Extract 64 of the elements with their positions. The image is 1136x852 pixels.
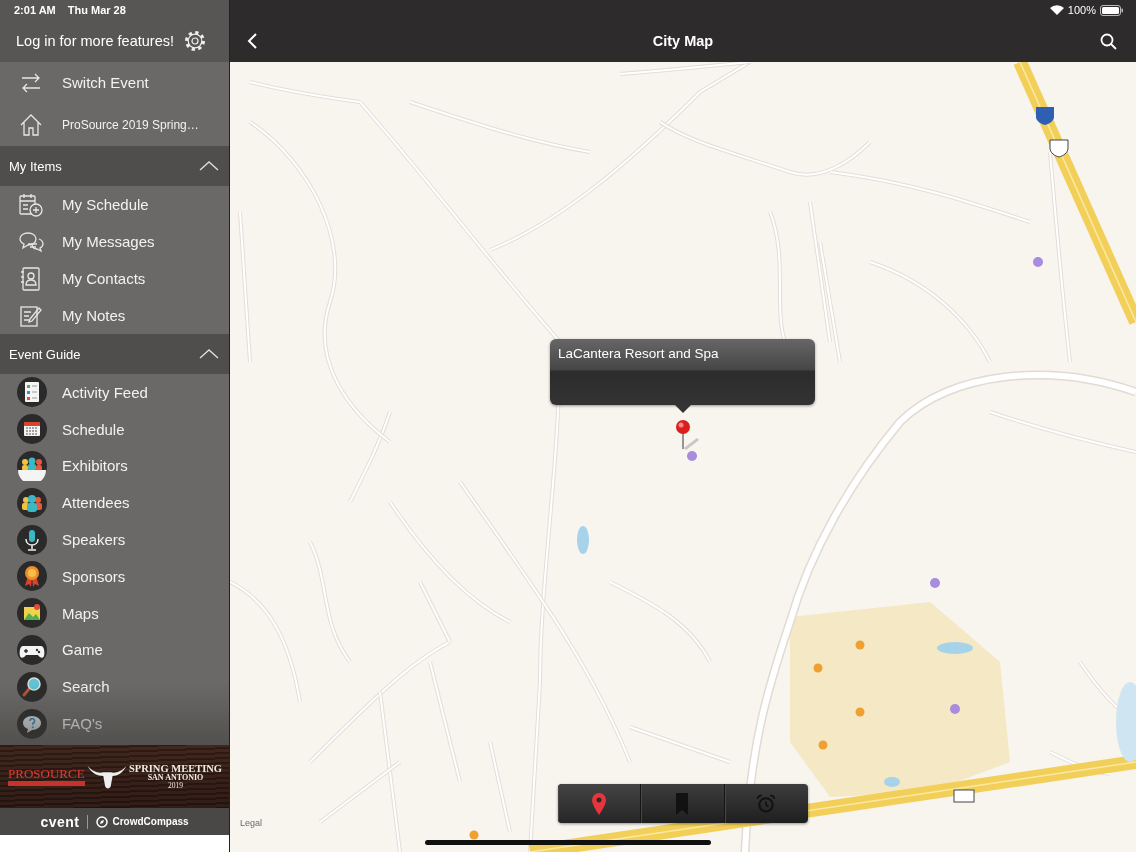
menu-item[interactable]: Search <box>0 668 229 706</box>
checklist-icon <box>17 377 47 408</box>
event-title: SPRING MEETING <box>128 762 222 774</box>
poi-dot-icon <box>930 578 940 588</box>
menu-item[interactable]: Game <box>0 631 229 669</box>
poi-dot-icon <box>469 830 479 840</box>
battery-icon <box>1100 4 1124 16</box>
poi-dot-icon <box>813 663 823 673</box>
poi-dot-icon <box>687 451 697 461</box>
pond <box>884 777 900 787</box>
status-date: Thu Mar 28 <box>67 4 126 16</box>
menu-item[interactable]: Exhibitors <box>0 447 229 485</box>
battery-percent: 100% <box>1067 4 1096 16</box>
section-header[interactable]: My Items <box>0 146 229 186</box>
menu-item[interactable]: Maps <box>0 594 229 632</box>
poi-dot-icon <box>1033 257 1043 267</box>
menu-item[interactable]: Speakers <box>0 521 229 558</box>
menu-item[interactable]: ProSource 2019 Spring… <box>0 103 229 146</box>
calendar-plus-icon <box>18 191 44 218</box>
gamepad-icon <box>17 634 47 665</box>
event-city: SAN ANTONIO <box>147 773 204 782</box>
question-bubble-icon <box>17 708 47 739</box>
microphone-icon <box>17 524 47 555</box>
menu-item[interactable]: FAQ's <box>0 705 229 742</box>
wifi-icon <box>1049 5 1064 15</box>
poi-dot-icon <box>950 704 960 714</box>
menu-item[interactable]: Attendees <box>0 484 229 522</box>
search-icon[interactable] <box>1100 32 1117 50</box>
poi-dot-icon <box>855 707 865 717</box>
menu-item[interactable]: My Messages <box>0 223 229 260</box>
callout-pointer <box>674 405 691 413</box>
people-at-table-icon <box>17 451 47 481</box>
settings-icon[interactable] <box>184 30 206 52</box>
menu-item[interactable]: My Schedule <box>0 186 229 223</box>
brand-name: PROSOURCE <box>8 767 85 786</box>
menu-item[interactable]: My Notes <box>0 297 229 334</box>
menu-item[interactable]: Sponsors <box>0 558 229 595</box>
highway-shield-icon <box>1036 107 1054 125</box>
legal-link[interactable]: Legal <box>240 818 263 828</box>
toolbar-button[interactable] <box>558 784 642 823</box>
section-header[interactable]: Event Guide <box>0 334 229 374</box>
pond <box>577 526 589 554</box>
compass-icon <box>96 815 109 828</box>
map-pin-icon[interactable] <box>673 419 699 451</box>
map-picture-icon <box>17 598 47 629</box>
status-time: 2:01 AM <box>14 4 56 16</box>
people-icon <box>17 487 47 518</box>
back-icon[interactable] <box>247 32 259 50</box>
pond <box>937 642 973 654</box>
calendar-icon <box>17 414 47 445</box>
menu-item[interactable]: Activity Feed <box>0 374 229 411</box>
poi-dot-icon <box>855 640 865 650</box>
page-title: City Map <box>652 33 714 49</box>
magnifier-icon <box>17 671 47 702</box>
product-name: CrowdCompass <box>112 816 189 827</box>
poi-dot-icon <box>818 740 828 750</box>
vendor-name: cvent <box>40 813 80 830</box>
menu-item[interactable]: Schedule <box>0 410 229 448</box>
menu-item[interactable]: Switch Event <box>0 62 229 103</box>
highway-shield-icon <box>953 789 975 803</box>
login-link[interactable]: Log in for more features! <box>16 33 174 49</box>
callout-title: LaCantera Resort and Spa <box>558 346 719 361</box>
menu-item[interactable]: My Contacts <box>0 260 229 297</box>
ribbon-rosette-icon <box>17 561 47 592</box>
